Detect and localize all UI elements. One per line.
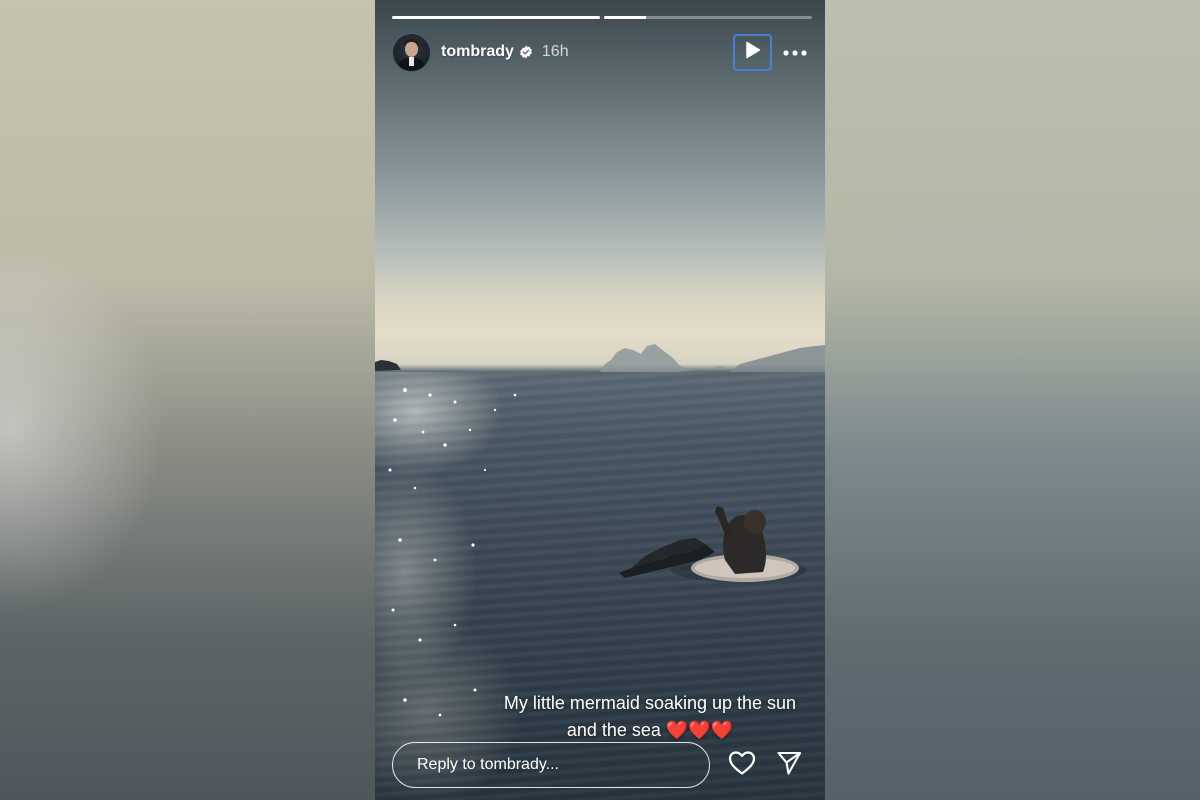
verified-badge-icon bbox=[519, 45, 533, 59]
story-progress-bar bbox=[392, 16, 812, 19]
story-photo bbox=[375, 344, 825, 717]
girl-on-float bbox=[619, 506, 807, 582]
blurred-background-right bbox=[825, 0, 1200, 800]
username[interactable]: tombrady bbox=[441, 43, 514, 61]
progress-segment bbox=[392, 16, 600, 19]
story-caption: My little mermaid soaking up the sun and… bbox=[495, 690, 805, 744]
distant-headland bbox=[730, 345, 825, 372]
blurred-background-left bbox=[0, 0, 375, 800]
reply-bar bbox=[392, 740, 812, 790]
distant-island bbox=[600, 344, 727, 372]
avatar[interactable] bbox=[392, 32, 431, 72]
send-icon bbox=[776, 750, 802, 781]
caption-line-1: My little mermaid soaking up the sun bbox=[503, 693, 797, 713]
distant-boat bbox=[375, 360, 401, 371]
water-sparkles bbox=[388, 388, 517, 717]
story-timestamp: 16h bbox=[541, 43, 569, 60]
story-header: tombrady 16h bbox=[392, 32, 808, 72]
more-options-icon bbox=[783, 43, 807, 61]
like-button[interactable] bbox=[726, 749, 758, 781]
share-button[interactable] bbox=[773, 749, 805, 781]
more-options-button[interactable] bbox=[782, 37, 808, 67]
story-viewer[interactable]: tombrady 16h My little mermaid soaking u… bbox=[375, 0, 825, 800]
heart-icon bbox=[728, 750, 756, 781]
play-icon bbox=[745, 41, 761, 64]
play-button[interactable] bbox=[733, 33, 772, 71]
reply-input[interactable] bbox=[392, 742, 710, 788]
progress-segment bbox=[604, 16, 812, 19]
